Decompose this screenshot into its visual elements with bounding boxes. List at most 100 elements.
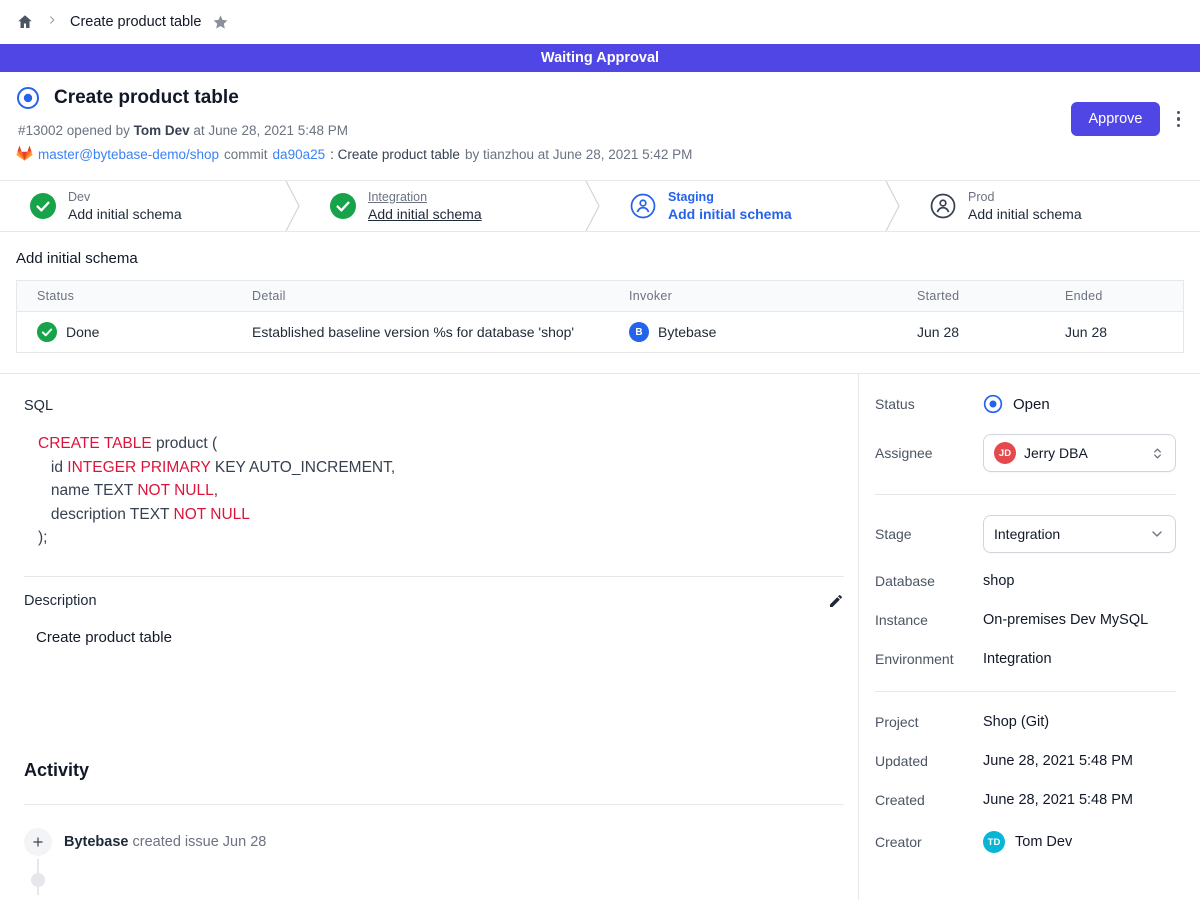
database-label: Database: [875, 573, 983, 589]
description-label: Description: [24, 593, 97, 609]
invoker-avatar: B: [629, 322, 649, 342]
vcs-commit-link[interactable]: da90a25: [273, 147, 326, 162]
creator-avatar: TD: [983, 831, 1005, 853]
issue-id-text: #13002 opened by: [18, 123, 130, 138]
column-header-status: Status: [17, 289, 232, 303]
activity-item: Bytebase created issue Jun 28: [24, 828, 844, 856]
task-table-header: Status Detail Invoker Started Ended: [17, 281, 1183, 312]
stage-env-label: Integration: [368, 190, 482, 204]
task-done-icon: [37, 322, 57, 342]
gitlab-icon: [16, 146, 33, 162]
pipeline-stage-staging[interactable]: Staging Add initial schema: [600, 181, 900, 231]
assignee-value: Jerry DBA: [1024, 445, 1088, 461]
stage-task-link[interactable]: Add initial schema: [968, 206, 1082, 222]
sidebar-row-database: Database shop: [875, 573, 1176, 589]
activity-next-dot: [31, 873, 45, 887]
instance-value: On-premises Dev MySQL: [983, 612, 1148, 628]
chevron-right-icon: [45, 13, 59, 32]
sidebar: Status Open Assignee JD Jerry DBA: [858, 374, 1200, 900]
environment-label: Environment: [875, 651, 983, 667]
updown-selector-icon: [1150, 446, 1165, 461]
stage-task-link[interactable]: Add initial schema: [68, 206, 182, 222]
issue-header: Create product table #13002 opened by To…: [0, 72, 1200, 180]
project-label: Project: [875, 714, 983, 730]
task-ended-date: Jun 28: [1045, 324, 1183, 340]
task-status-text: Done: [66, 324, 99, 340]
creator-label: Creator: [875, 834, 983, 850]
more-actions-button[interactable]: [1173, 107, 1185, 132]
sidebar-row-instance: Instance On-premises Dev MySQL: [875, 612, 1176, 628]
issue-open-icon: [16, 86, 40, 110]
activity-action: created issue Jun 28: [133, 834, 267, 850]
stage-value: Integration: [994, 526, 1060, 542]
created-label: Created: [875, 792, 983, 808]
page: Create product table Waiting Approval Cr…: [0, 0, 1200, 900]
vcs-info: master@bytebase-demo/shop commit da90a25…: [16, 146, 1184, 162]
description-content: Create product table: [36, 629, 844, 646]
column-header-started: Started: [897, 289, 1045, 303]
status-value: Open: [1013, 396, 1050, 413]
pipeline-stage-dev[interactable]: Dev Add initial schema: [0, 181, 300, 231]
stage-task-link[interactable]: Add initial schema: [368, 206, 482, 222]
sql-section-label: SQL: [24, 398, 844, 414]
edit-description-pencil-icon[interactable]: [828, 593, 844, 609]
sidebar-row-updated: Updated June 28, 2021 5:48 PM: [875, 753, 1176, 769]
divider: [875, 494, 1176, 495]
vcs-commit-word: commit: [224, 147, 268, 162]
vcs-commit-message: : Create product table: [330, 147, 460, 162]
updated-label: Updated: [875, 753, 983, 769]
status-banner-text: Waiting Approval: [541, 50, 659, 66]
stage-task-link[interactable]: Add initial schema: [668, 206, 792, 222]
divider: [24, 576, 844, 577]
home-icon[interactable]: [16, 13, 34, 31]
breadcrumb-page-title: Create product table: [70, 14, 201, 30]
divider: [24, 804, 844, 805]
sidebar-row-status: Status Open: [875, 394, 1176, 414]
vcs-commit-meta: by tianzhou at June 28, 2021 5:42 PM: [465, 147, 692, 162]
updated-value: June 28, 2021 5:48 PM: [983, 753, 1133, 769]
task-detail-text: Established baseline version %s for data…: [232, 324, 609, 340]
sql-code-line: id INTEGER PRIMARY KEY AUTO_INCREMENT,: [38, 456, 844, 480]
breadcrumb: Create product table: [0, 0, 1200, 44]
stage-env-label: Prod: [968, 190, 1082, 204]
column-header-ended: Ended: [1045, 289, 1183, 303]
sql-code-line: description TEXT NOT NULL: [38, 503, 844, 527]
stage-env-label: Staging: [668, 190, 792, 204]
vcs-branch-link[interactable]: master@bytebase-demo/shop: [38, 147, 219, 162]
chevron-down-icon: [1149, 526, 1165, 542]
status-banner: Waiting Approval: [0, 44, 1200, 72]
stage-select[interactable]: Integration: [983, 515, 1176, 553]
stage-separator: [285, 181, 300, 231]
database-value: shop: [983, 573, 1014, 589]
content-area: SQL CREATE TABLE product ( id INTEGER PR…: [0, 373, 1200, 900]
status-open-icon: [983, 394, 1003, 414]
sql-code-line: name TEXT NOT NULL,: [38, 479, 844, 503]
stage-pending-person-icon: [630, 193, 656, 219]
stage-label: Stage: [875, 526, 983, 542]
stage-pending-person-icon: [930, 193, 956, 219]
pipeline: Dev Add initial schema Integration Add i…: [0, 180, 1200, 232]
sql-code-line: );: [38, 526, 844, 550]
pipeline-stage-prod[interactable]: Prod Add initial schema: [900, 181, 1200, 231]
bookmark-star-icon[interactable]: [212, 14, 229, 31]
sql-code-block: CREATE TABLE product ( id INTEGER PRIMAR…: [38, 432, 844, 550]
assignee-select[interactable]: JD Jerry DBA: [983, 434, 1176, 472]
assignee-avatar: JD: [994, 442, 1016, 464]
issue-opened-time: at June 28, 2021 5:48 PM: [193, 123, 348, 138]
column-header-detail: Detail: [232, 289, 609, 303]
creator-value: Tom Dev: [1015, 834, 1072, 850]
page-title: Create product table: [54, 87, 239, 109]
task-table: Status Detail Invoker Started Ended Done…: [16, 280, 1184, 353]
activity-actor: Bytebase: [64, 834, 128, 850]
sidebar-row-project: Project Shop (Git): [875, 714, 1176, 730]
pipeline-stage-integration[interactable]: Integration Add initial schema: [300, 181, 600, 231]
issue-author: Tom Dev: [134, 123, 190, 138]
environment-value: Integration: [983, 651, 1052, 667]
approve-button[interactable]: Approve: [1071, 102, 1159, 136]
task-section: Add initial schema Status Detail Invoker…: [0, 232, 1200, 373]
main-column: SQL CREATE TABLE product ( id INTEGER PR…: [0, 374, 858, 900]
divider: [875, 691, 1176, 692]
invoker-name: Bytebase: [658, 324, 716, 340]
stage-separator: [885, 181, 900, 231]
task-table-row[interactable]: Done Established baseline version %s for…: [17, 312, 1183, 352]
